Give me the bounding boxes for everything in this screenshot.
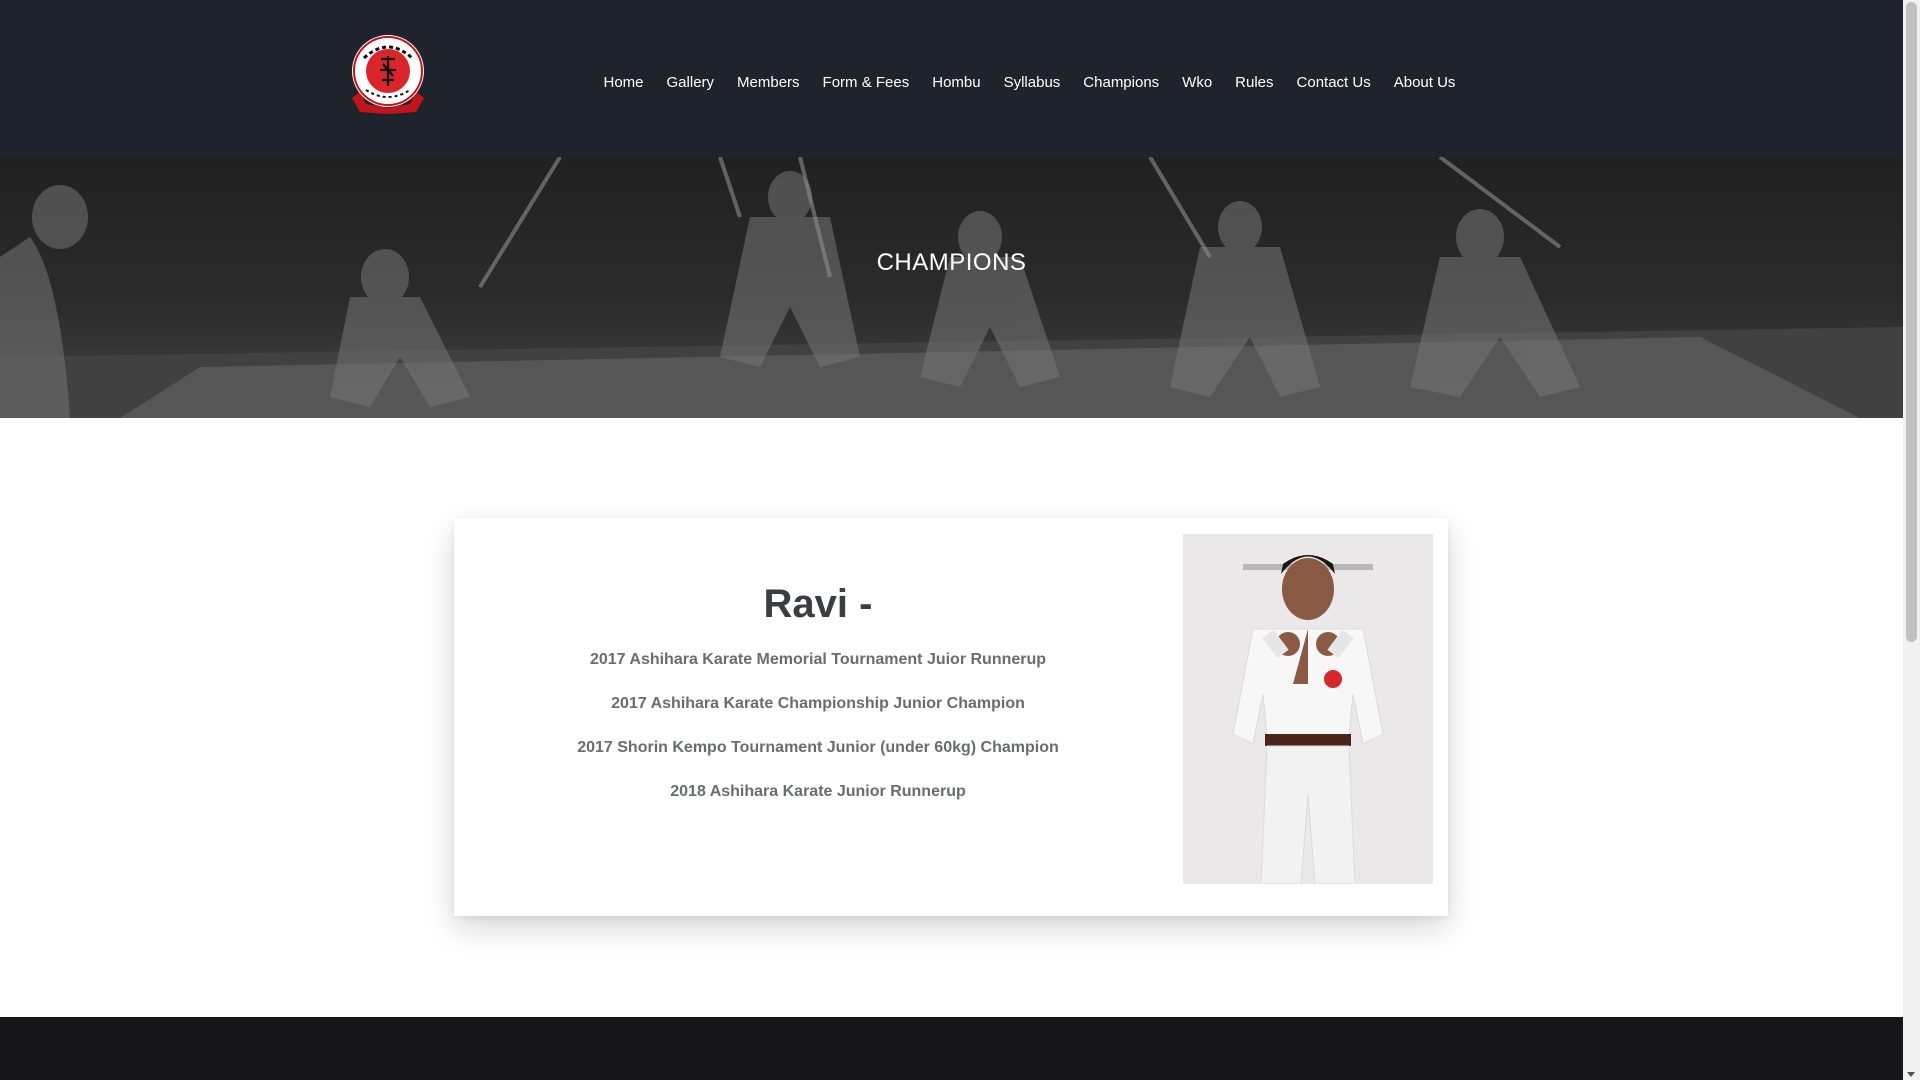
nav-members[interactable]: Members bbox=[726, 70, 812, 96]
achievement-item: 2017 Ashihara Karate Championship Junior… bbox=[611, 695, 1025, 712]
nav-home[interactable]: Home bbox=[592, 70, 655, 96]
site-header: Home Gallery Members Form & Fees Hombu S… bbox=[0, 0, 1903, 157]
champion-card: Ravi - 2017 Ashihara Karate Memorial Tou… bbox=[454, 518, 1448, 916]
achievement-item: 2017 Ashihara Karate Memorial Tournament… bbox=[589, 651, 1047, 668]
nav-rules[interactable]: Rules bbox=[1224, 70, 1285, 96]
nav-syllabus[interactable]: Syllabus bbox=[992, 70, 1072, 96]
achievement-item: 2018 Ashihara Karate Junior Runnerup bbox=[670, 783, 966, 800]
nav-about-us[interactable]: About Us bbox=[1382, 70, 1467, 96]
scrollbar-thumb[interactable] bbox=[1906, 2, 1917, 642]
champion-photo bbox=[1183, 534, 1433, 884]
scroll-down-arrow-icon[interactable] bbox=[1907, 1072, 1915, 1077]
nav-champions[interactable]: Champions bbox=[1072, 70, 1171, 96]
page-title: CHAMPIONS bbox=[876, 249, 1027, 276]
page-scrollbar[interactable] bbox=[1903, 0, 1920, 1080]
hero-banner: CHAMPIONS bbox=[0, 157, 1903, 418]
champion-name: Ravi - bbox=[763, 582, 873, 626]
main-nav: Home Gallery Members Form & Fees Hombu S… bbox=[592, 70, 1467, 96]
champion-details: Ravi - 2017 Ashihara Karate Memorial Tou… bbox=[454, 518, 1182, 826]
nav-hombu[interactable]: Hombu bbox=[921, 70, 992, 96]
nav-form-fees[interactable]: Form & Fees bbox=[811, 70, 921, 96]
nav-contact-us[interactable]: Contact Us bbox=[1285, 70, 1382, 96]
achievement-item: 2017 Shorin Kempo Tournament Junior (und… bbox=[577, 739, 1059, 756]
site-footer bbox=[0, 1017, 1903, 1080]
hero-background-image bbox=[0, 157, 1903, 418]
nav-wko[interactable]: Wko bbox=[1171, 70, 1224, 96]
achievement-list: 2017 Ashihara Karate Memorial Tournament… bbox=[454, 650, 1182, 802]
nav-gallery[interactable]: Gallery bbox=[655, 70, 726, 96]
club-crest-logo-icon[interactable] bbox=[350, 34, 426, 114]
